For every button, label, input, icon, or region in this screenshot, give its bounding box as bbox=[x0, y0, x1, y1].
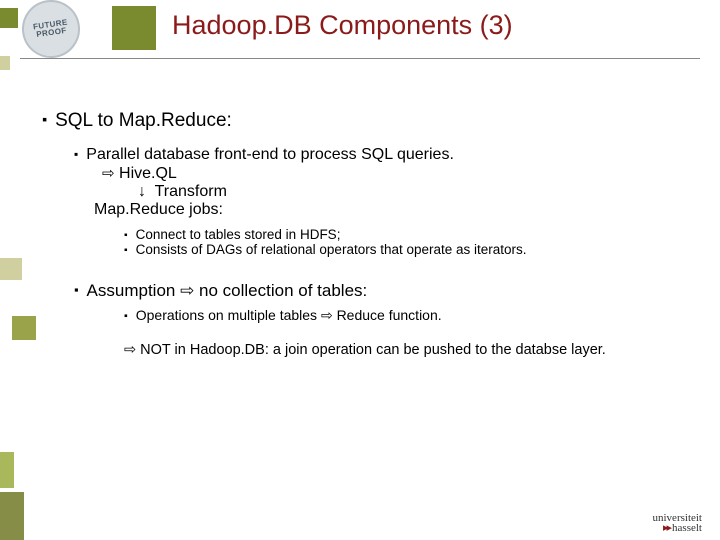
text-mapreduce-jobs: Map.Reduce jobs: bbox=[94, 201, 682, 219]
slide-title: Hadoop.DB Components (3) bbox=[172, 10, 513, 41]
bullet-assumption-detail: Operations on multiple tables ⇨ Reduce f… bbox=[124, 307, 682, 324]
decor-square bbox=[112, 6, 156, 50]
bullet-dags-operators: Consists of DAGs of relational operators… bbox=[124, 242, 682, 257]
footer-logo: universiteit ▸▸hasselt bbox=[653, 512, 703, 534]
text-hiveql: Hive.QL bbox=[119, 165, 177, 182]
decor-square bbox=[0, 258, 22, 280]
decor-square bbox=[0, 8, 18, 28]
decor-square bbox=[0, 492, 24, 540]
title-underline bbox=[20, 58, 700, 59]
text-transform: Transform bbox=[155, 183, 227, 200]
bullet-connect-hdfs: Connect to tables stored in HDFS; bbox=[124, 227, 682, 242]
footer-hasselt: hasselt bbox=[672, 522, 702, 534]
bullet-parallel-frontend: Parallel database front-end to process S… bbox=[74, 146, 682, 164]
text-note-not-in-hadoopdb: ⇨ NOT in Hadoop.DB: a join operation can… bbox=[124, 342, 664, 358]
down-arrow-icon: ↓ bbox=[138, 183, 146, 200]
heading-sql-to-mapreduce: SQL to Map.Reduce: bbox=[42, 110, 232, 131]
slide-body: SQL to Map.Reduce: Parallel database fro… bbox=[42, 110, 682, 358]
decor-square bbox=[0, 452, 14, 488]
triangle-icon: ▸▸ bbox=[663, 522, 670, 534]
bullet-assumption: Assumption ⇨ no collection of tables: bbox=[74, 281, 682, 301]
future-proof-badge: FUTURE PROOF bbox=[18, 0, 84, 62]
decor-square bbox=[12, 316, 36, 340]
arrow-icon: ⇨ bbox=[102, 165, 115, 182]
decor-square bbox=[0, 56, 10, 70]
